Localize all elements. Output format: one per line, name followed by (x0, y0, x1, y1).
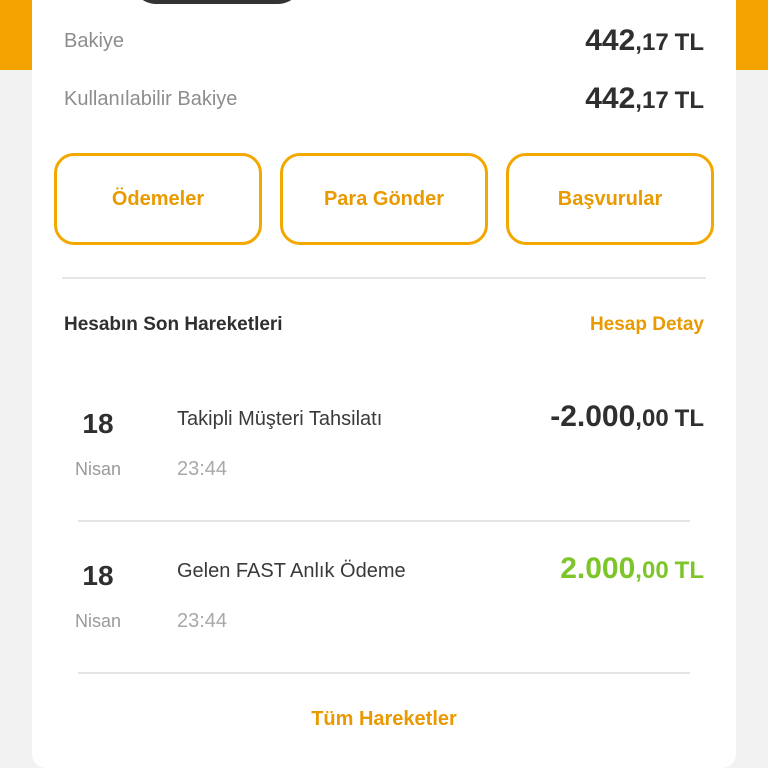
tx-amount: -2.000,00 TL (550, 400, 704, 433)
card-top-decoration (132, 0, 302, 4)
available-balance-amount: 442,17 TL (585, 82, 704, 115)
balance-amount: 442,17 TL (585, 24, 704, 57)
tx-month: Nisan (74, 611, 122, 631)
account-card: Bakiye 442,17 TL Kullanılabilir Bakiye 44… (32, 0, 736, 768)
tx-amount: 2.000,00 TL (560, 552, 704, 585)
applications-button[interactable]: Başvurular (506, 153, 714, 245)
transaction-divider (78, 672, 690, 674)
section-divider (62, 277, 706, 279)
available-balance-label: Kullanılabilir Bakiye (64, 87, 238, 110)
tx-day: 18 (82, 408, 114, 439)
account-detail-link[interactable]: Hesap Detay (590, 314, 704, 336)
transaction-item[interactable]: 18 Nisan Gelen FAST Anlık Ödeme 23:44 2.… (32, 532, 736, 672)
send-money-button[interactable]: Para Gönder (280, 153, 488, 245)
transaction-item[interactable]: 18 Nisan Takipli Müşteri Tahsilatı 23:44… (32, 380, 736, 520)
tx-day: 18 (82, 560, 114, 591)
tx-time: 23:44 (177, 458, 228, 480)
all-transactions-link[interactable]: Tüm Hareketler (32, 708, 736, 731)
balance-label: Bakiye (64, 29, 125, 52)
balance-row: Bakiye 442,17 TL (64, 24, 704, 58)
transaction-divider (78, 520, 690, 522)
payments-button[interactable]: Ödemeler (54, 153, 262, 245)
tx-time: 23:44 (177, 610, 228, 632)
recent-title: Hesabın Son Hareketleri (64, 314, 283, 335)
tx-month: Nisan (74, 459, 122, 479)
tx-description: Gelen FAST Anlık Ödeme (177, 560, 406, 582)
available-balance-row: Kullanılabilir Bakiye 442,17 TL (64, 82, 704, 116)
action-buttons: Ödemeler Para Gönder Başvurular (54, 153, 714, 245)
recent-header: Hesabın Son Hareketleri Hesap Detay (64, 314, 704, 336)
tx-description: Takipli Müşteri Tahsilatı (177, 408, 383, 430)
